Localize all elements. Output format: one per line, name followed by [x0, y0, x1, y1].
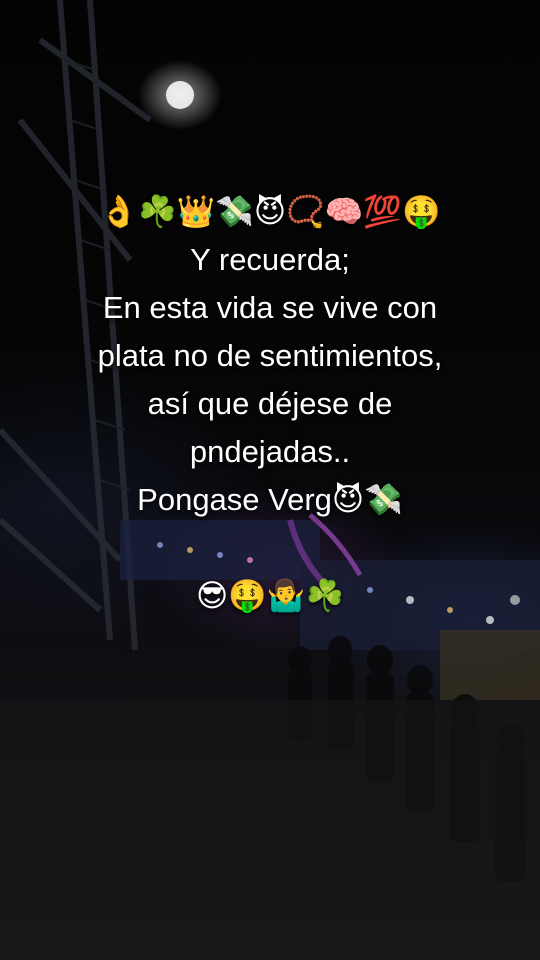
caption-line-1: Y recuerda; [190, 242, 350, 277]
caption-line-3: plata no de sentimientos, [97, 338, 443, 373]
ground [0, 700, 540, 960]
caption-line-2: En esta vida se vive con [102, 290, 438, 325]
caption-line-4: así que déjese de [147, 386, 393, 421]
caption-line-6-emoji: 😈💸 [331, 482, 403, 518]
booth [440, 630, 540, 700]
light-glow [166, 81, 194, 109]
emoji-row-top: 👌☘️👑💸😈📿🧠💯🤑 [99, 194, 441, 230]
emoji-row-bottom: 😎🤑🤷‍♂️☘️ [195, 578, 345, 614]
caption-line-6: Pongase Verg😈💸 [40, 476, 500, 524]
caption-line-6-text: Pongase Verg [137, 482, 332, 517]
caption-line-5: pndejadas.. [189, 434, 351, 469]
caption-overlay: 👌☘️👑💸😈📿🧠💯🤑 Y recuerda; En esta vida se v… [40, 188, 500, 620]
video-frame: 👌☘️👑💸😈📿🧠💯🤑 Y recuerda; En esta vida se v… [0, 0, 540, 960]
